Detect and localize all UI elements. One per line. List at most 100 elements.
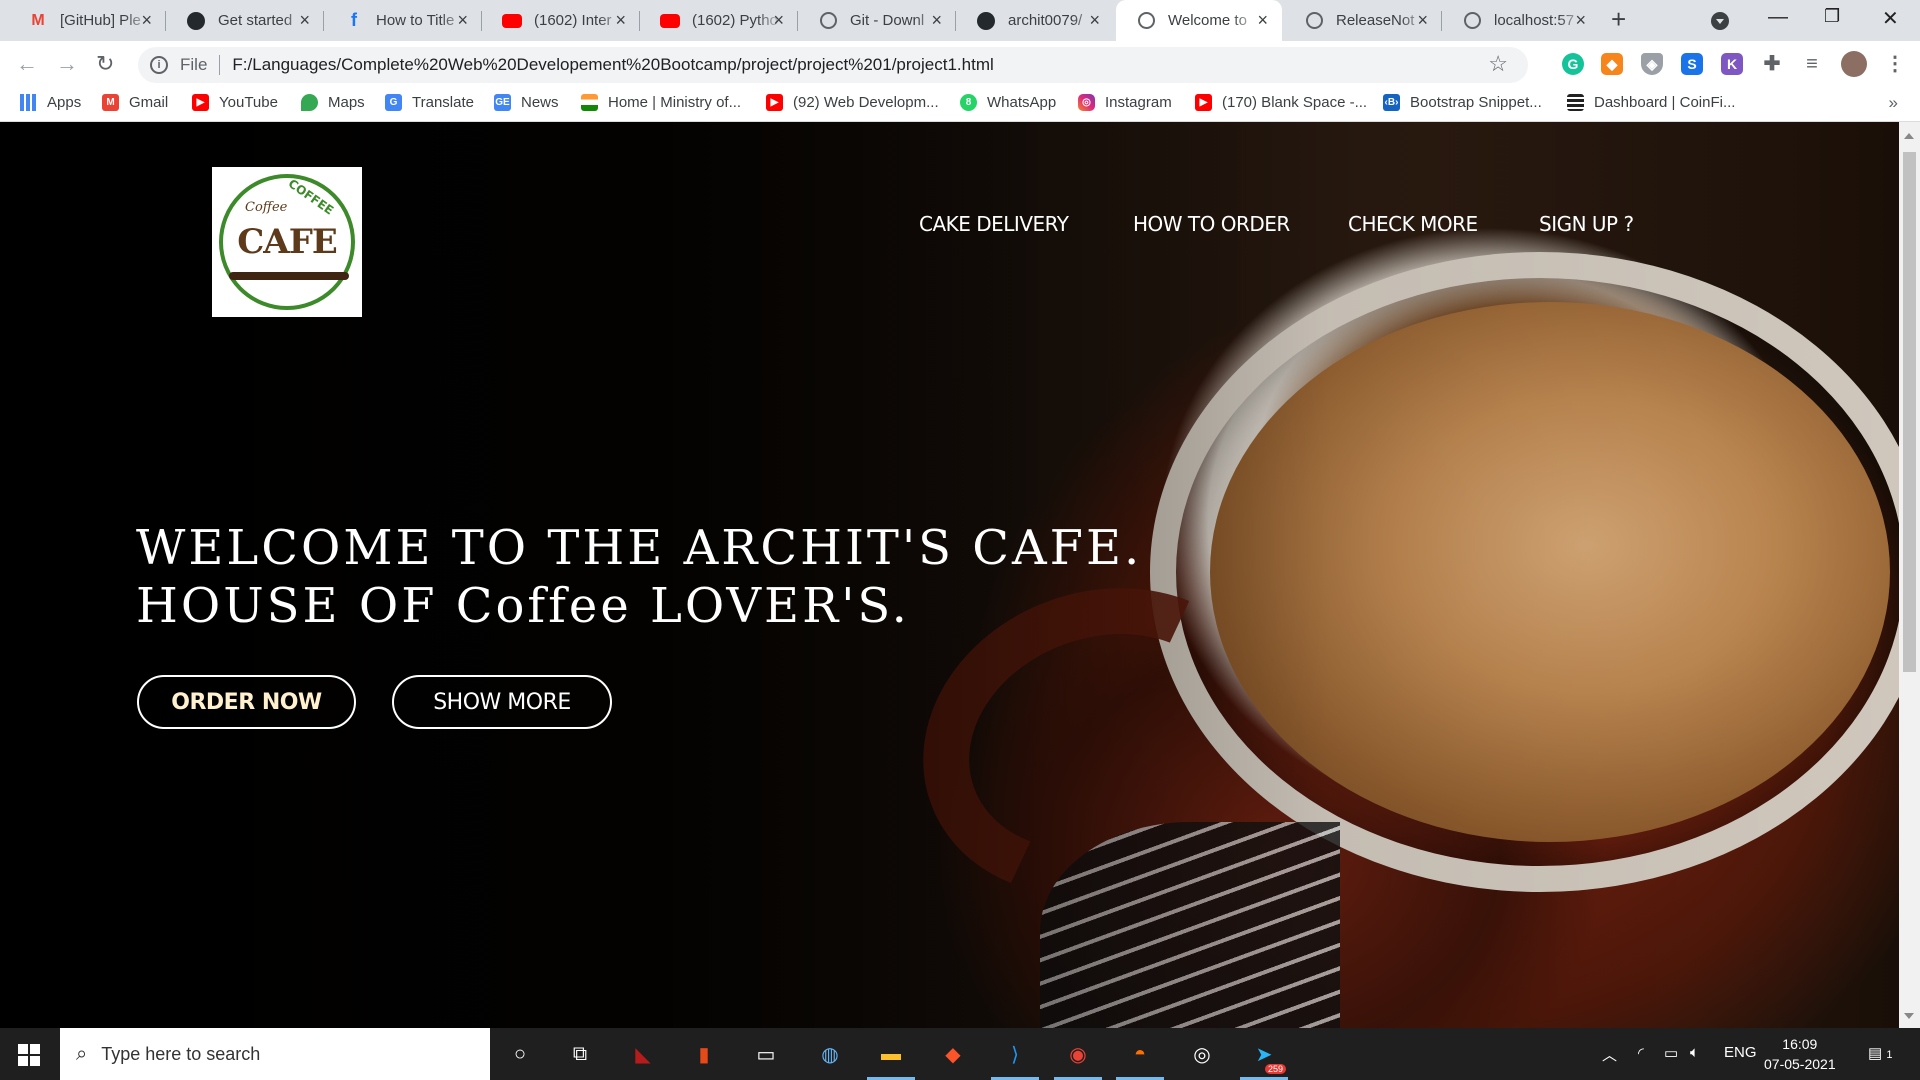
show-more-button[interactable]: SHOW MORE	[392, 675, 612, 729]
battery-icon[interactable]: ▭	[1664, 1044, 1678, 1062]
tab-archit-github[interactable]: archit0079/ ×	[956, 0, 1114, 41]
bookmark-label: YouTube	[219, 94, 278, 111]
profile-avatar[interactable]	[1841, 51, 1867, 77]
windows-start-icon[interactable]	[18, 1044, 40, 1066]
bookmark-maps[interactable]: Maps	[301, 94, 365, 111]
tab-localhost[interactable]: localhost:57 ×	[1442, 0, 1600, 41]
close-icon[interactable]: ×	[141, 10, 152, 30]
volume-icon[interactable]: 🔈︎	[1690, 1044, 1699, 1061]
file-explorer-icon[interactable]: ▬	[867, 1040, 915, 1080]
bookmark-instagram[interactable]: ◎ Instagram	[1078, 94, 1172, 111]
nav-sign-up[interactable]: SIGN UP ?	[1539, 212, 1634, 236]
bookmark-translate[interactable]: G Translate	[385, 94, 474, 111]
address-url[interactable]: F:/Languages/Complete%20Web%20Developeme…	[232, 55, 993, 75]
tab-how-to-title[interactable]: f How to Title ×	[324, 0, 482, 41]
task-view-icon[interactable]: ⧉	[566, 1040, 594, 1068]
tab-youtube-1[interactable]: (1602) Inter ×	[482, 0, 640, 41]
restore-icon[interactable]: ❐	[1824, 6, 1840, 27]
new-tab-button[interactable]: +	[1611, 4, 1626, 35]
news-icon: GE	[494, 94, 511, 111]
bookmark-apps[interactable]: Apps	[20, 94, 81, 111]
bookmark-star-icon[interactable]: ☆	[1488, 51, 1508, 77]
nav-check-more[interactable]: CHECK MORE	[1348, 212, 1478, 236]
bookmark-news[interactable]: GE News	[494, 94, 559, 111]
menu-kebab-icon[interactable]: ⋮	[1884, 53, 1906, 75]
globe-app-icon[interactable]: ◍	[816, 1040, 844, 1068]
scrollbar-thumb[interactable]	[1903, 152, 1916, 672]
close-icon[interactable]: ×	[299, 10, 310, 30]
cortana-icon[interactable]: ○	[506, 1040, 534, 1068]
address-bar[interactable]: i File F:/Languages/Complete%20Web%20Dev…	[138, 47, 1528, 83]
predator-sense-icon[interactable]: ◣	[629, 1040, 657, 1068]
close-icon[interactable]: ×	[773, 10, 784, 30]
grammarly-icon[interactable]: G	[1562, 53, 1584, 75]
shield-icon[interactable]: ◈	[1641, 53, 1663, 75]
language-indicator[interactable]: ENG	[1724, 1044, 1757, 1061]
tab-github-gmail[interactable]: M [GitHub] Ple ×	[8, 0, 166, 41]
bookmark-label: (92) Web Developm...	[793, 94, 939, 111]
logo-small-text: Coffee	[245, 200, 288, 215]
close-icon[interactable]: ×	[457, 10, 468, 30]
brave-browser-icon[interactable]: ◆	[939, 1040, 967, 1068]
apps-grid-icon	[20, 94, 37, 111]
close-icon[interactable]: ×	[931, 10, 942, 30]
bookmark-ministry[interactable]: Home | Ministry of...	[581, 94, 741, 111]
vertical-scrollbar[interactable]	[1899, 122, 1920, 1028]
obs-icon[interactable]: ◎	[1188, 1040, 1216, 1068]
clock-time: 16:09	[1782, 1036, 1818, 1052]
chrome-icon[interactable]: ◉	[1054, 1040, 1102, 1080]
forward-arrow-icon[interactable]: →	[56, 51, 78, 77]
reload-icon[interactable]: ↻	[96, 51, 114, 77]
clock[interactable]: 16:09 07-05-2021	[1764, 1034, 1836, 1074]
extension-s-icon[interactable]: S	[1681, 53, 1703, 75]
extension-k-icon[interactable]: K	[1721, 53, 1743, 75]
taskbar-search-box[interactable]: ⌕ Type here to search	[60, 1028, 490, 1080]
app-icon[interactable]: ◓	[1116, 1040, 1164, 1080]
nav-how-to-order[interactable]: HOW TO ORDER	[1133, 212, 1290, 236]
bookmark-gmail[interactable]: M Gmail	[102, 94, 168, 111]
bookmark-youtube[interactable]: ▶ YouTube	[192, 94, 278, 111]
close-icon[interactable]: ×	[1089, 10, 1100, 30]
scroll-down-arrow-icon[interactable]	[1904, 1013, 1914, 1024]
scroll-up-arrow-icon[interactable]	[1904, 128, 1914, 139]
tab-release-notes[interactable]: ReleaseNot ×	[1284, 0, 1442, 41]
minimize-icon[interactable]: —	[1768, 6, 1788, 29]
browser-tab-strip: M [GitHub] Ple × Get started × f How to …	[0, 0, 1920, 41]
tab-get-started[interactable]: Get started ×	[166, 0, 324, 41]
wifi-icon[interactable]: ◜	[1638, 1044, 1644, 1062]
tab-youtube-2[interactable]: (1602) Pytho ×	[640, 0, 798, 41]
back-arrow-icon[interactable]: ←	[16, 51, 38, 77]
tray-overflow-icon[interactable]: ︿	[1602, 1044, 1617, 1065]
metamask-icon[interactable]: ◆	[1601, 53, 1623, 75]
telegram-icon[interactable]: ➤ 259	[1240, 1040, 1288, 1080]
instagram-icon: ◎	[1078, 94, 1095, 111]
terminal-icon[interactable]: ▭	[752, 1040, 780, 1068]
bookmark-blank-space[interactable]: ▶ (170) Blank Space -...	[1195, 94, 1367, 111]
youtube-icon	[502, 11, 522, 31]
close-icon[interactable]: ×	[1257, 10, 1268, 30]
cafe-logo[interactable]: COFFEE Coffee CAFE	[212, 167, 362, 317]
close-icon[interactable]: ×	[615, 10, 626, 30]
tab-title: archit0079/	[1008, 12, 1083, 29]
tab-git-download[interactable]: Git - Downl ×	[798, 0, 956, 41]
bookmark-bootstrap-snippets[interactable]: ‹B› Bootstrap Snippet...	[1383, 94, 1542, 111]
bookmark-coinfi[interactable]: Dashboard | CoinFi...	[1567, 94, 1735, 111]
tab-search-icon[interactable]	[1711, 12, 1729, 30]
globe-icon	[1304, 11, 1324, 31]
vscode-icon[interactable]: ⟩	[991, 1040, 1039, 1080]
notification-icon[interactable]: ▤ 1	[1868, 1044, 1892, 1062]
order-now-button[interactable]: ORDER NOW	[137, 675, 356, 729]
tab-title: localhost:57	[1494, 12, 1575, 29]
office-icon[interactable]: ▮	[690, 1040, 718, 1068]
bookmark-web-development[interactable]: ▶ (92) Web Developm...	[766, 94, 939, 111]
info-icon[interactable]: i	[150, 56, 168, 74]
nav-cake-delivery[interactable]: CAKE DELIVERY	[919, 212, 1069, 236]
media-queue-icon[interactable]: ≡	[1801, 53, 1823, 75]
tab-welcome-active[interactable]: Welcome to ×	[1116, 0, 1282, 41]
bookmark-whatsapp[interactable]: 8 WhatsApp	[960, 94, 1056, 111]
close-icon[interactable]: ×	[1417, 10, 1428, 30]
bookmarks-overflow-icon[interactable]: »	[1889, 93, 1898, 113]
close-icon[interactable]: ×	[1575, 10, 1586, 30]
extensions-puzzle-icon[interactable]: ✚	[1761, 53, 1783, 75]
window-close-icon[interactable]: ✕	[1882, 6, 1899, 31]
